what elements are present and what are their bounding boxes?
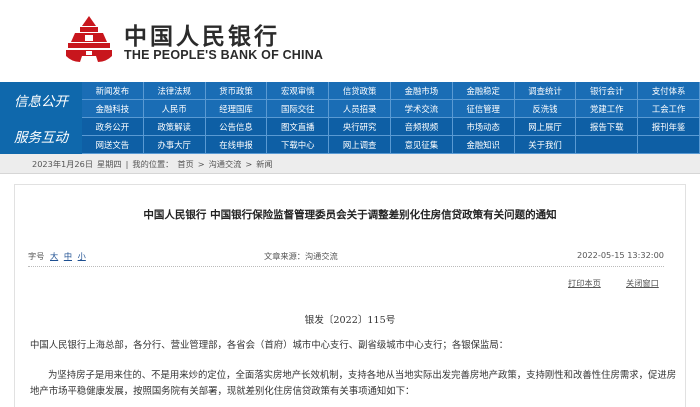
nav-item-feedback[interactable]: 意见征集: [390, 136, 453, 154]
nav-item-survey[interactable]: 网上调查: [329, 136, 391, 154]
nav-item-accounting[interactable]: 银行会计: [576, 82, 639, 100]
brand-name-cn: 中国人民银行: [124, 23, 280, 50]
nav-item-credit[interactable]: 信贷政策: [329, 82, 391, 100]
nav-item-service-hall[interactable]: 办事大厅: [143, 136, 206, 154]
nav-item-about[interactable]: 关于我们: [514, 136, 577, 154]
nav-item-statistics[interactable]: 调查统计: [514, 82, 577, 100]
print-page-link[interactable]: 打印本页: [568, 278, 601, 288]
breadcrumb-separator: >: [245, 158, 253, 169]
nav-grid: 新闻发布 法律法规 货币政策 宏观审慎 信贷政策 金融市场 金融稳定 调查统计 …: [82, 82, 700, 154]
nav-item-exhibition[interactable]: 网上展厅: [514, 118, 577, 136]
nav-item-online-filing[interactable]: 在线申报: [205, 136, 268, 154]
nav-item-media[interactable]: 音频视频: [390, 118, 453, 136]
nav-item-payment[interactable]: 支付体系: [638, 82, 700, 100]
nav-item-union[interactable]: 工会工作: [638, 100, 700, 118]
nav-section-service: 服务互动: [0, 118, 82, 154]
article-title: 中国人民银行 中国银行保险监督管理委员会关于调整差别化住房信贷政策有关问题的通知: [143, 209, 557, 221]
article-source: 文章来源：沟通交流: [264, 251, 338, 261]
nav-item-news[interactable]: 新闻发布: [82, 82, 144, 100]
nav-section-info: 信息公开: [0, 82, 82, 118]
nav-item-recruit[interactable]: 人员招录: [329, 100, 391, 118]
article-date: 2022-05-15 13:32:00: [577, 250, 664, 260]
article-paragraph-addressees: 中国人民银行上海总部，各分行、营业管理部，各省会（首府）城市中心支行、副省级城市…: [30, 340, 509, 351]
nav-item-policy[interactable]: 政策解读: [143, 118, 206, 136]
font-size-medium-link[interactable]: 中: [64, 251, 72, 261]
nav-item-empty-1: [576, 136, 639, 154]
breadcrumb-divider: |: [125, 158, 129, 169]
nav-item-credit-reference[interactable]: 征信管理: [452, 100, 515, 118]
nav-item-yearbook[interactable]: 报刊年鉴: [638, 118, 700, 136]
site-header: 中国人民银行 THE PEOPLE'S BANK OF CHINA: [0, 0, 700, 82]
nav-item-documents[interactable]: 网送文告: [82, 136, 144, 154]
nav-item-international[interactable]: 国际交往: [267, 100, 330, 118]
breadcrumb: 2023年1月26日 星期四 | 我的位置： 首页 > 沟通交流 > 新闻: [0, 154, 700, 174]
nav-item-notice[interactable]: 公告信息: [205, 118, 268, 136]
print-page-tool: 打印本页: [568, 277, 601, 289]
meta-divider: [28, 266, 664, 267]
close-window-link[interactable]: 关闭窗口: [626, 278, 659, 288]
nav-item-aml[interactable]: 反洗钱: [514, 100, 577, 118]
pboc-emblem-icon[interactable]: [62, 14, 116, 68]
nav-item-empty-2: [638, 136, 700, 154]
font-size-controls: 字号 大 中 小: [28, 250, 86, 262]
nav-item-monetary[interactable]: 货币政策: [205, 82, 268, 100]
breadcrumb-home-link[interactable]: 首页: [177, 158, 193, 170]
main-navigation: 信息公开 服务互动 新闻发布 法律法规 货币政策 宏观审慎 信贷政策 金融市场 …: [0, 82, 700, 154]
nav-item-gov-affairs[interactable]: 政务公开: [82, 118, 144, 136]
nav-item-market[interactable]: 金融市场: [390, 82, 453, 100]
current-date: 2023年1月26日: [32, 158, 94, 169]
font-size-label: 字号: [28, 251, 45, 261]
breadcrumb-prefix: 我的位置：: [132, 158, 174, 169]
current-weekday: 星期四: [97, 158, 122, 169]
nav-item-knowledge[interactable]: 金融知识: [452, 136, 515, 154]
nav-item-reports[interactable]: 报告下载: [576, 118, 639, 136]
nav-item-academic[interactable]: 学术交流: [390, 100, 453, 118]
nav-item-party[interactable]: 党建工作: [576, 100, 639, 118]
breadcrumb-current-link[interactable]: 新闻: [256, 158, 272, 170]
font-size-large-link[interactable]: 大: [50, 251, 58, 261]
document-number: 银发〔2022〕115号: [304, 315, 396, 326]
nav-item-macro[interactable]: 宏观审慎: [267, 82, 330, 100]
breadcrumb-section-link[interactable]: 沟通交流: [209, 158, 242, 170]
nav-item-law[interactable]: 法律法规: [143, 82, 206, 100]
font-size-small-link[interactable]: 小: [78, 251, 86, 261]
nav-item-rmb[interactable]: 人民币: [143, 100, 206, 118]
nav-item-stability[interactable]: 金融稳定: [452, 82, 515, 100]
brand-name-en: THE PEOPLE'S BANK OF CHINA: [124, 48, 324, 62]
nav-item-fintech[interactable]: 金融科技: [82, 100, 144, 118]
nav-item-research[interactable]: 央行研究: [329, 118, 391, 136]
nav-item-download[interactable]: 下载中心: [267, 136, 330, 154]
close-window-tool: 关闭窗口: [626, 277, 659, 289]
nav-item-live[interactable]: 图文直播: [267, 118, 330, 136]
nav-item-market-trends[interactable]: 市场动态: [452, 118, 515, 136]
article-paragraph-body: 为坚持房子是用来住的、不是用来炒的定位，全面落实房地产长效机制，支持各地从当地实…: [30, 370, 677, 397]
nav-item-treasury[interactable]: 经理国库: [205, 100, 268, 118]
breadcrumb-separator: >: [197, 158, 205, 169]
article-meta: 字号 大 中 小 文章来源：沟通交流 2022-05-15 13:32:00: [28, 250, 664, 264]
